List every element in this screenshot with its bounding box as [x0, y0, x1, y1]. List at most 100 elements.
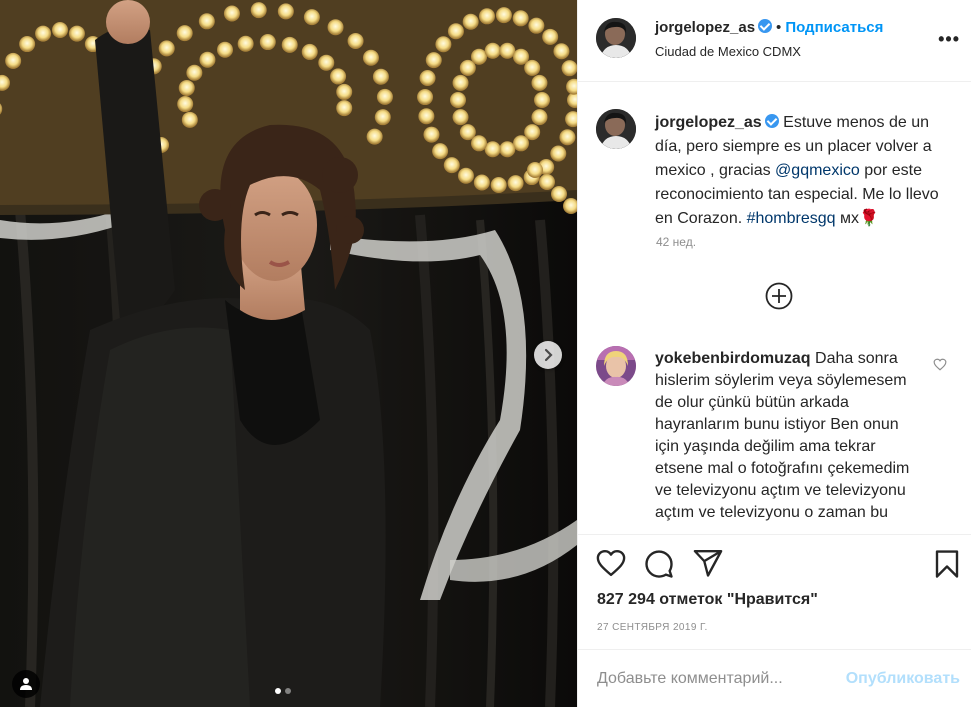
marquee-bulb: [176, 25, 193, 42]
more-options-icon[interactable]: •••: [938, 30, 960, 48]
next-photo-button[interactable]: [534, 341, 562, 369]
comment-bubble-icon: [645, 550, 673, 578]
marquee-bulb: [432, 143, 449, 160]
marquee-bulb: [223, 5, 240, 22]
marquee-bulb: [450, 92, 466, 108]
chevron-right-icon: [544, 348, 553, 362]
marquee-bulb: [327, 19, 344, 36]
marquee-bulb: [462, 13, 479, 30]
marquee-bulb: [524, 59, 541, 76]
user-icon: [20, 678, 32, 690]
marquee-bulb: [495, 7, 512, 24]
marquee-bulb: [513, 135, 529, 152]
marquee-bulb: [423, 126, 440, 143]
marquee-bulb: [499, 141, 516, 158]
save-button[interactable]: [934, 549, 960, 584]
marquee-bulb: [473, 174, 490, 191]
caption-username[interactable]: jorgelopez_as: [655, 114, 762, 131]
marquee-bulb: [528, 17, 545, 34]
marquee-bulb: [542, 28, 559, 45]
marquee-bulb: [484, 42, 501, 59]
marquee-bulb: [471, 48, 487, 65]
comment-body: yokebenbirdomuzaq Daha sonra hislerim sö…: [655, 348, 917, 524]
marquee-bulb: [550, 145, 567, 162]
caption-text: мх🌹: [835, 210, 879, 227]
load-more-comments-button[interactable]: [765, 282, 793, 310]
marquee-bulb: [534, 92, 550, 108]
marquee-bulb: [158, 40, 175, 57]
marquee-bulb: [425, 52, 442, 69]
marquee-bulb: [178, 79, 195, 96]
post-actions: 827 294 отметок "Нравится" 27 сентября 2…: [578, 534, 971, 649]
marquee-bulb: [330, 68, 347, 85]
marquee-bulb: [336, 100, 353, 117]
comments-section[interactable]: jorgelopez_as Estuve menos de un día, pe…: [578, 82, 971, 534]
mention-link[interactable]: @gqmexico: [775, 162, 860, 179]
marquee-bulb: [5, 52, 22, 69]
marquee-bulb: [561, 60, 577, 77]
author-avatar[interactable]: [596, 18, 636, 58]
post-photo[interactable]: [0, 0, 577, 707]
marquee-bulb: [457, 167, 474, 184]
marquee-bulb: [318, 54, 335, 71]
bookmark-icon: [935, 550, 959, 578]
author-username[interactable]: jorgelopez_as: [655, 19, 755, 36]
marquee-bulb: [237, 35, 254, 52]
comment-text: Daha sonra hislerim söylerim veya söylem…: [655, 350, 910, 521]
marquee-bulb: [198, 13, 215, 30]
marquee-bulb: [531, 74, 548, 91]
commenter-avatar[interactable]: [596, 346, 636, 386]
post-date[interactable]: 27 сентября 2019 г.: [597, 622, 708, 633]
verified-badge-icon: [764, 114, 779, 128]
verified-badge-icon: [758, 19, 773, 33]
post-caption: jorgelopez_as Estuve menos de un día, pe…: [655, 111, 955, 231]
post-location[interactable]: Ciudad de Mexico CDMX: [655, 44, 801, 59]
user-tags-button[interactable]: [12, 670, 40, 698]
marquee-bulb: [250, 2, 267, 19]
marquee-bulb: [376, 88, 393, 105]
marquee-bulb: [490, 176, 507, 193]
marquee-bulb: [452, 109, 469, 126]
marquee-bulb: [301, 43, 318, 60]
marquee-bulb: [551, 186, 567, 202]
post-panel: jorgelopez_as • Подписаться Ciudad de Mexi…: [577, 0, 971, 707]
hashtag-link[interactable]: #hombresgq: [747, 210, 836, 227]
avatar-image: [596, 109, 636, 149]
marquee-bulb: [366, 128, 383, 145]
caption-timestamp[interactable]: 42 нед.: [656, 235, 696, 249]
follow-button[interactable]: Подписаться: [785, 19, 883, 36]
marquee-bulb: [277, 3, 294, 20]
marquee-bulb: [417, 89, 434, 106]
marquee-bulb: [478, 8, 495, 25]
share-button[interactable]: [693, 549, 723, 582]
marquee-bulb: [19, 36, 36, 53]
like-button[interactable]: [596, 549, 626, 582]
publish-button[interactable]: Опубликовать: [846, 670, 960, 688]
marquee-bulb: [362, 49, 379, 66]
post-header: jorgelopez_as • Подписаться Ciudad de Mexi…: [578, 0, 971, 82]
caption-avatar[interactable]: [596, 109, 636, 149]
comment-button[interactable]: [644, 549, 674, 584]
marquee-bulb: [35, 25, 52, 42]
marquee-bulb: [372, 68, 389, 85]
comment-input[interactable]: [597, 668, 837, 690]
marquee-bulb: [435, 36, 452, 53]
marquee-bulb: [177, 96, 194, 113]
marquee-bulb: [186, 64, 203, 81]
marquee-bulb: [52, 22, 68, 38]
marquee-bulb: [443, 157, 460, 174]
marquee-bulb: [539, 174, 555, 190]
comment-like-button[interactable]: [933, 358, 947, 376]
marquee-bulb: [259, 34, 276, 51]
commenter-username[interactable]: yokebenbirdomuzaq: [655, 350, 811, 367]
paper-plane-icon: [693, 549, 723, 577]
marquee-bulb: [447, 23, 464, 40]
marquee-bulb: [336, 83, 353, 100]
marquee-bulb: [553, 43, 570, 60]
marquee-bulb: [527, 162, 543, 178]
likes-count[interactable]: 827 294 отметок "Нравится": [597, 591, 818, 609]
marquee-bulb: [531, 109, 548, 126]
header-separator: •: [776, 19, 782, 36]
marquee-bulb: [347, 32, 364, 49]
marquee-bulb: [512, 10, 529, 27]
